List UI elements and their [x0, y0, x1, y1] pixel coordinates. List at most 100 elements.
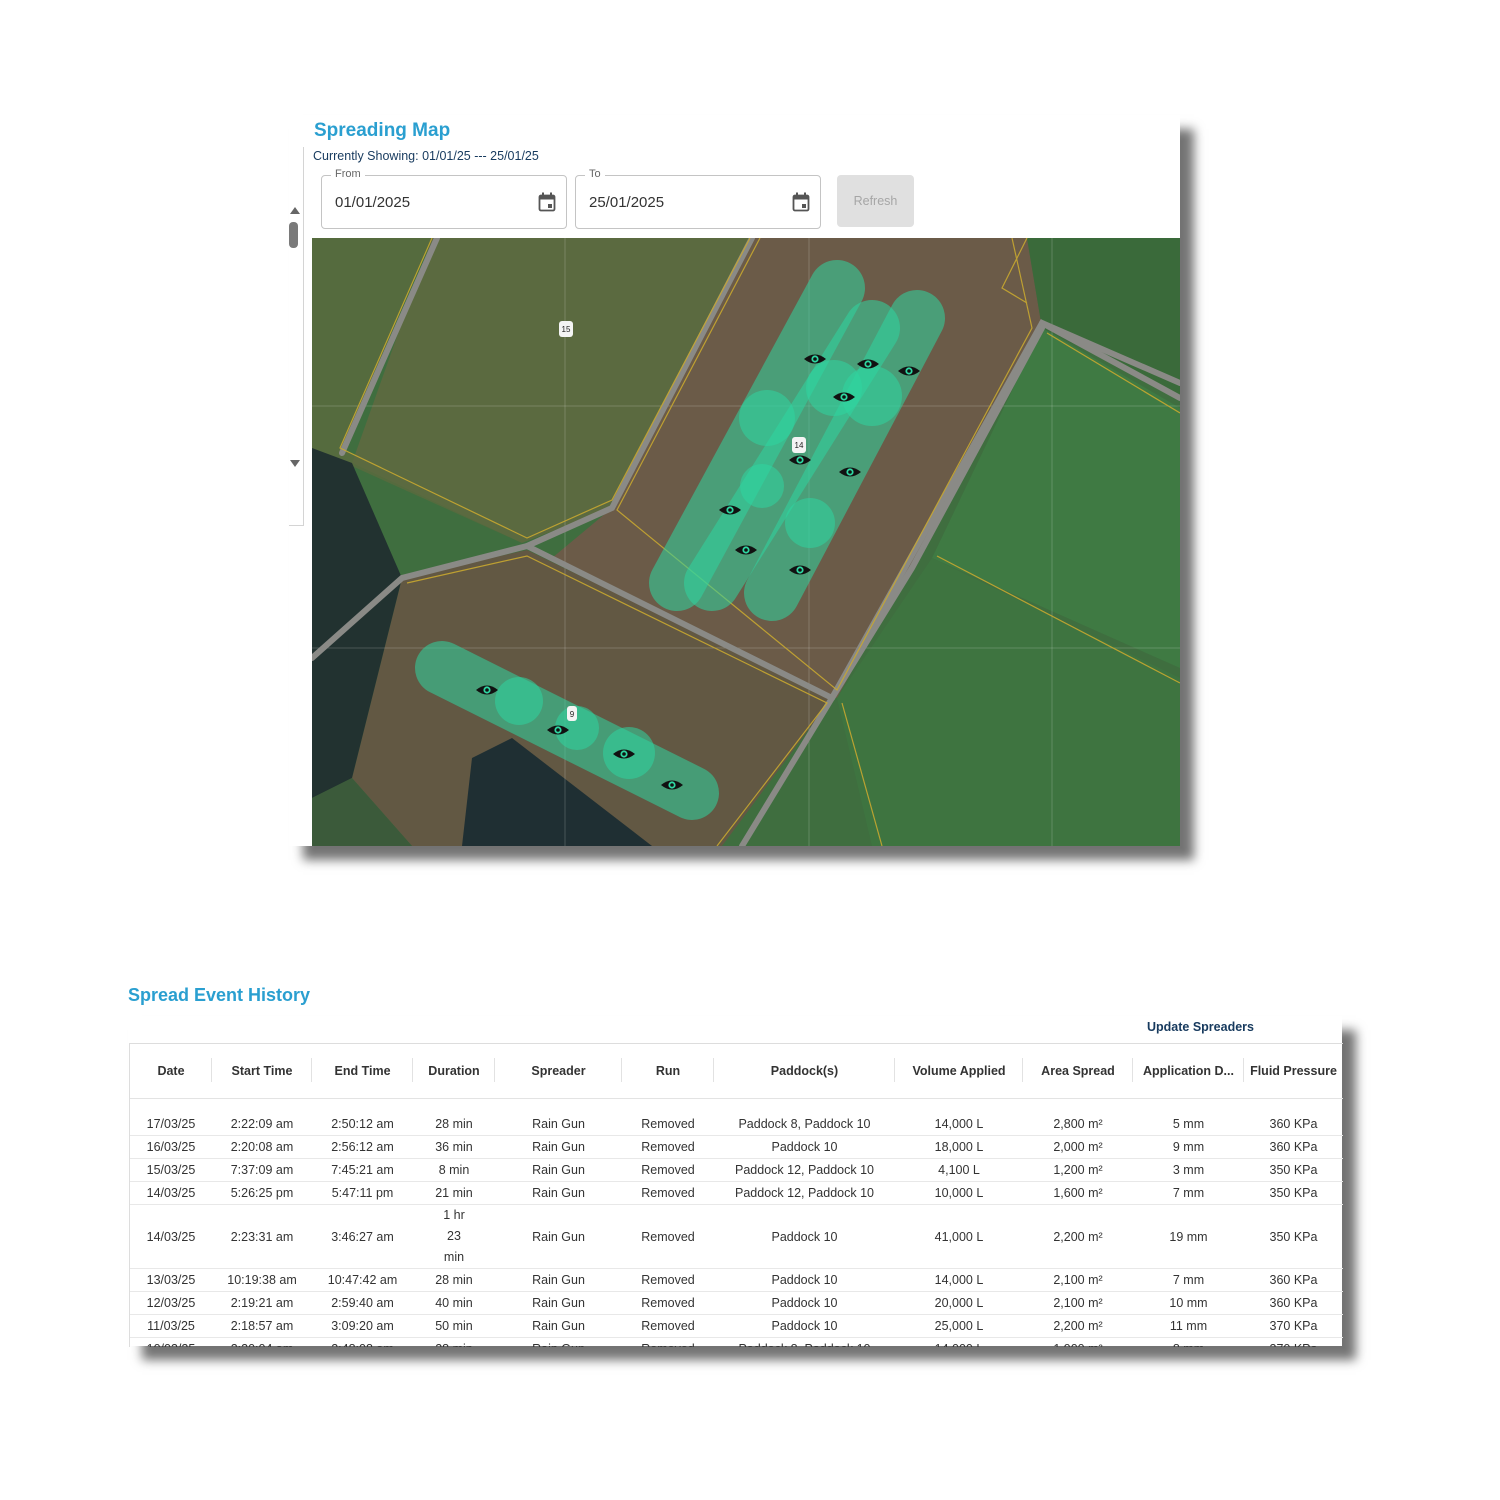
table-row[interactable]: 12/03/25 2:19:21 am 2:59:40 am 40 min Rain G…: [130, 1291, 1343, 1315]
spread-event-history-panel: Update Spreaders Date Start Time End Time D…: [128, 1016, 1343, 1347]
scroll-up-icon[interactable]: [289, 205, 301, 215]
table-cell: 350 KPa: [1244, 1204, 1343, 1269]
table-row[interactable]: 10/03/252:20:04 am2:48:08 am28 minRain G…: [130, 1337, 1343, 1347]
table-cell: 3:46:27 am: [312, 1204, 413, 1269]
table-cell: 1,900 m²: [1023, 1337, 1133, 1347]
table-cell: 10:47:42 am: [312, 1268, 413, 1292]
calendar-icon[interactable]: [792, 192, 810, 212]
table-cell: 360 KPa: [1244, 1098, 1343, 1136]
table-cell: 14/03/25: [130, 1204, 212, 1269]
currently-showing-text: Currently Showing: 01/01/25 --- 25/01/25: [313, 149, 539, 163]
table-cell: 25,000 L: [895, 1314, 1023, 1338]
from-label: From: [331, 168, 365, 180]
table-cell: 2:18:57 am: [212, 1314, 312, 1338]
table-cell: 2:50:12 am: [312, 1098, 413, 1136]
table-cell: Paddock 10: [714, 1204, 895, 1269]
table-cell: 16/03/25: [130, 1135, 212, 1159]
from-date-value[interactable]: 01/01/2025: [335, 194, 410, 211]
table-row[interactable]: 16/03/25 2:20:08 am 2:56:12 am 36 min Rain G…: [130, 1135, 1343, 1159]
table-cell: 1,200 m²: [1023, 1158, 1133, 1182]
column-header[interactable]: End Time: [312, 1044, 413, 1099]
table-cell: Rain Gun: [495, 1291, 622, 1315]
table-cell: 2,800 m²: [1023, 1098, 1133, 1136]
column-header[interactable]: Application D...: [1133, 1044, 1244, 1099]
side-scrollbar[interactable]: [289, 147, 304, 526]
table-cell: 14,000 L: [895, 1268, 1023, 1292]
table-cell: 7 mm: [1133, 1181, 1244, 1205]
table-cell: Paddock 8, Paddock 10: [714, 1098, 895, 1136]
table-cell: 1 hr 23 min: [413, 1204, 495, 1269]
column-header-label: Volume Applied: [912, 1064, 1006, 1078]
column-header-label: Application D...: [1143, 1064, 1234, 1078]
table-cell: 41,000 L: [895, 1204, 1023, 1269]
scroll-down-icon[interactable]: [289, 459, 301, 469]
refresh-button[interactable]: Refresh: [837, 175, 914, 227]
column-header[interactable]: Spreader: [495, 1044, 622, 1099]
column-header[interactable]: Start Time: [212, 1044, 312, 1099]
table-cell: 36 min: [413, 1135, 495, 1159]
table-row[interactable]: 15/03/25 7:37:09 am 7:45:21 am 8 min Rain Gu…: [130, 1158, 1343, 1182]
history-table-container[interactable]: Date Start Time End Time Duration Spreader Ru…: [129, 1043, 1343, 1347]
update-spreaders-link[interactable]: Update Spreaders: [1147, 1020, 1254, 1034]
table-row[interactable]: 13/03/25 10:19:38 am 10:47:42 am 28 min Rain…: [130, 1268, 1343, 1292]
column-header[interactable]: Fluid Pressure: [1244, 1044, 1343, 1099]
table-cell: Rain Gun: [495, 1181, 622, 1205]
table-cell: 2,200 m²: [1023, 1204, 1133, 1269]
paddock-label: 15: [562, 325, 571, 334]
table-cell: 11/03/25: [130, 1314, 212, 1338]
table-cell: 18,000 L: [895, 1135, 1023, 1159]
history-table: Date Start Time End Time Duration Spreader Ru…: [130, 1044, 1343, 1347]
table-body: 17/03/25 2:22:09 am 2:50:12 am 28 min Rain G…: [130, 1098, 1343, 1347]
satellite-map[interactable]: 15 14 9: [312, 238, 1180, 846]
table-cell: 28 min: [413, 1337, 495, 1347]
table-header-row: Date Start Time End Time Duration Spreader Ru…: [130, 1044, 1343, 1099]
table-row[interactable]: 14/03/25 2:23:31 am 3:46:27 am 1 hr 23 min R…: [130, 1204, 1343, 1269]
table-cell: 360 KPa: [1244, 1135, 1343, 1159]
column-header[interactable]: Date: [130, 1044, 212, 1099]
to-date-field[interactable]: To 25/01/2025: [575, 168, 821, 229]
table-cell: Removed: [622, 1314, 714, 1338]
table-cell: 7 mm: [1133, 1268, 1244, 1292]
column-header-label: Date: [157, 1064, 185, 1078]
table-cell: 28 min: [413, 1268, 495, 1292]
column-header[interactable]: Run: [622, 1044, 714, 1099]
table-row[interactable]: 17/03/25 2:22:09 am 2:50:12 am 28 min Rain G…: [130, 1098, 1343, 1136]
calendar-icon[interactable]: [538, 192, 556, 212]
table-row[interactable]: 11/03/25 2:18:57 am 3:09:20 am 50 min Rain G…: [130, 1314, 1343, 1338]
to-label: To: [585, 168, 605, 180]
column-header-label: Fluid Pressure: [1250, 1064, 1337, 1078]
column-header-label: End Time: [334, 1064, 391, 1078]
table-cell: 10,000 L: [895, 1181, 1023, 1205]
spreading-map-panel: Spreading Map Currently Showing: 01/01/2…: [289, 115, 1180, 846]
column-header[interactable]: Duration: [413, 1044, 495, 1099]
table-cell: 13/03/25: [130, 1268, 212, 1292]
scrollbar-thumb[interactable]: [289, 222, 298, 248]
table-cell: 14/03/25: [130, 1181, 212, 1205]
table-cell: Rain Gun: [495, 1337, 622, 1347]
column-header[interactable]: Paddock(s): [714, 1044, 895, 1099]
to-date-value[interactable]: 25/01/2025: [589, 194, 664, 211]
table-cell: 360 KPa: [1244, 1268, 1343, 1292]
table-cell: 5:47:11 pm: [312, 1181, 413, 1205]
table-cell: 2,100 m²: [1023, 1291, 1133, 1315]
table-cell: 2,200 m²: [1023, 1314, 1133, 1338]
table-cell: 360 KPa: [1244, 1291, 1343, 1315]
table-cell: Paddock 12, Paddock 10: [714, 1158, 895, 1182]
table-row[interactable]: 14/03/25 5:26:25 pm 5:47:11 pm 21 min Rain G…: [130, 1181, 1343, 1205]
table-cell: Rain Gun: [495, 1135, 622, 1159]
column-header[interactable]: Volume Applied: [895, 1044, 1023, 1099]
table-cell: Paddock 10: [714, 1291, 895, 1315]
table-cell: Removed: [622, 1135, 714, 1159]
table-cell: 1,600 m²: [1023, 1181, 1133, 1205]
table-cell: 5 mm: [1133, 1098, 1244, 1136]
table-cell: Removed: [622, 1291, 714, 1315]
table-cell: 2:19:21 am: [212, 1291, 312, 1315]
table-cell: Rain Gun: [495, 1204, 622, 1269]
table-cell: Removed: [622, 1268, 714, 1292]
table-cell: 17/03/25: [130, 1098, 212, 1136]
from-date-field[interactable]: From 01/01/2025: [321, 168, 567, 229]
column-header[interactable]: Area Spread: [1023, 1044, 1133, 1099]
table-cell: Paddock 8, Paddock 10: [714, 1337, 895, 1347]
table-cell: Paddock 10: [714, 1135, 895, 1159]
table-cell: Paddock 10: [714, 1268, 895, 1292]
